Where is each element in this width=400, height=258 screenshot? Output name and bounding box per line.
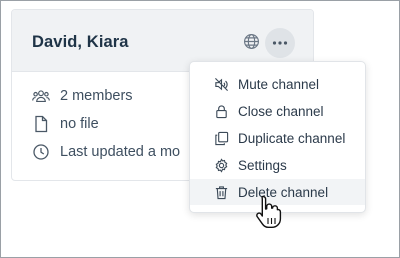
duplicate-icon [215, 131, 229, 145]
lock-icon [216, 104, 227, 118]
file-status: no file [60, 116, 99, 132]
hand-pointer-cursor-icon [256, 195, 282, 228]
menu-item-settings[interactable]: Settings [190, 152, 365, 178]
clock-icon [33, 144, 49, 160]
more-options-button[interactable] [265, 28, 295, 58]
mute-icon [215, 77, 228, 91]
members-row: 2 members [32, 87, 133, 105]
menu-item-close-channel[interactable]: Close channel [190, 98, 365, 124]
gear-icon [215, 157, 228, 173]
menu-item-label: Duplicate channel [238, 130, 346, 146]
last-updated: Last updated a mo [60, 144, 181, 160]
file-icon [35, 115, 48, 133]
channel-title: David, Kiara [32, 33, 129, 51]
channel-context-menu: Mute channel Close channel Duplicate cha… [189, 61, 366, 213]
menu-item-label: Settings [238, 157, 287, 173]
menu-item-label: Mute channel [238, 76, 320, 92]
members-count: 2 members [60, 88, 133, 104]
trash-icon [215, 185, 228, 199]
updated-row: Last updated a mo [32, 143, 180, 161]
more-horizontal-icon [272, 41, 288, 45]
globe-icon[interactable] [243, 33, 260, 50]
menu-item-duplicate-channel[interactable]: Duplicate channel [190, 125, 365, 151]
menu-item-label: Close channel [238, 103, 324, 119]
users-icon [32, 90, 50, 102]
menu-item-mute-channel[interactable]: Mute channel [190, 71, 365, 97]
file-row: no file [32, 115, 99, 133]
